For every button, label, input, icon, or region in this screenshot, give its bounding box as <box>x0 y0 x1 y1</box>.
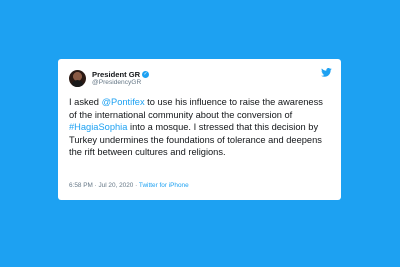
source-link[interactable]: Twitter for iPhone <box>139 182 189 189</box>
tweet-meta: 6:58 PM · Jul 20, 2020 · Twitter for iPh… <box>69 182 189 190</box>
hashtag-link[interactable]: #HagiaSophia <box>69 122 127 132</box>
timestamp[interactable]: 6:58 PM · Jul 20, 2020 <box>69 182 133 189</box>
author-row: President GR ✓ <box>92 70 150 79</box>
mention-link[interactable]: @Pontifex <box>102 97 145 107</box>
tweet-text: I asked @Pontifex to use his influence t… <box>69 96 331 159</box>
avatar[interactable] <box>69 70 86 87</box>
verified-badge-icon: ✓ <box>142 71 150 78</box>
text-part: I asked <box>69 97 102 107</box>
author-name[interactable]: President GR <box>92 70 140 79</box>
twitter-bird-icon[interactable] <box>321 68 332 77</box>
tweet-card: President GR ✓ @PresidencyGR I asked @Po… <box>58 59 341 200</box>
author-handle[interactable]: @PresidencyGR <box>92 79 141 87</box>
